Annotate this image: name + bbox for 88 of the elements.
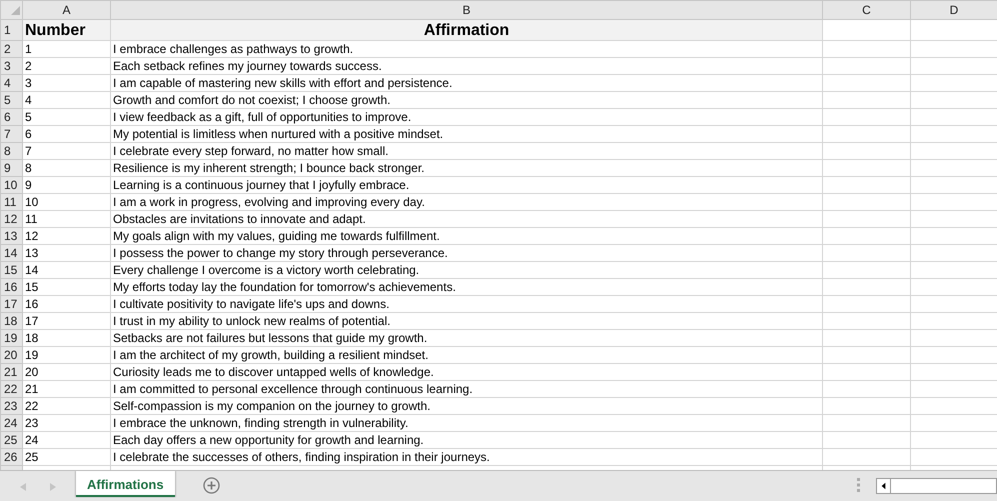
table-cell: 22: [22, 398, 110, 414]
column-header[interactable]: C: [822, 0, 910, 20]
table-cell: I trust in my ability to unlock new realms of potential.: [110, 312, 822, 330]
table-cell: Number: [22, 20, 110, 40]
table-cell: 17: [22, 312, 110, 330]
table-cell: 10: [22, 194, 110, 210]
row-header[interactable]: 14: [0, 244, 22, 262]
table-cell: Resilience is my inherent strength; I bounce back stronger.: [110, 160, 822, 176]
row-header[interactable]: 23: [0, 398, 22, 414]
table-cell: Each day offers a new opportunity for growth and learning.: [110, 432, 822, 448]
table-cell: 16: [22, 296, 110, 312]
row-header[interactable]: 16: [0, 278, 22, 296]
table-cell: 25: [22, 448, 110, 466]
row-header[interactable]: 3: [0, 58, 22, 74]
table-cell: 15: [22, 278, 110, 296]
table-cell: 20: [22, 364, 110, 380]
table-cell: 8: [22, 160, 110, 176]
row-header[interactable]: 9: [0, 160, 22, 176]
row-header[interactable]: 6: [0, 108, 22, 126]
splitter-handle-icon[interactable]: [857, 478, 860, 492]
table-cell: 3: [22, 74, 110, 92]
row-header[interactable]: 22: [0, 380, 22, 398]
select-all-icon[interactable]: [11, 6, 20, 14]
table-cell: My goals align with my values, guiding me towards fulfillment.: [110, 228, 822, 244]
table-cell: 6: [22, 126, 110, 142]
table-cell: 11: [22, 210, 110, 228]
table-cell: 1: [22, 40, 110, 58]
table-cell: 21: [22, 380, 110, 398]
table-cell: I view feedback as a gift, full of opportunities to improve.: [110, 108, 822, 126]
table-cell: 19: [22, 346, 110, 364]
row-header[interactable]: 17: [0, 296, 22, 312]
table-cell: I am committed to personal excellence through continuous learning.: [110, 380, 822, 398]
table-cell: I am the architect of my growth, building a resilient mindset.: [110, 346, 822, 364]
table-cell: I embrace the unknown, finding strength in vulnerability.: [110, 414, 822, 432]
row-header[interactable]: 15: [0, 262, 22, 278]
table-cell: 18: [22, 330, 110, 346]
table-cell: I embrace challenges as pathways to growth.: [110, 40, 822, 58]
table-cell: I am capable of mastering new skills with effort and persistence.: [110, 74, 822, 92]
table-cell: Self-compassion is my companion on the journey to growth.: [110, 398, 822, 414]
table-cell: 13: [22, 244, 110, 262]
table-cell: Curiosity leads me to discover untapped wells of knowledge.: [110, 364, 822, 380]
sheet-tab[interactable]: Affirmations: [76, 471, 175, 497]
table-cell: 23: [22, 414, 110, 432]
row-header[interactable]: 20: [0, 346, 22, 364]
row-header[interactable]: 2: [0, 40, 22, 58]
row-header[interactable]: 19: [0, 330, 22, 346]
table-cell: 7: [22, 142, 110, 160]
add-sheet-button[interactable]: [202, 476, 220, 494]
table-cell: 24: [22, 432, 110, 448]
row-header[interactable]: 12: [0, 210, 22, 228]
table-cell: 4: [22, 92, 110, 108]
table-cell: Affirmation: [110, 20, 822, 40]
table-cell: I celebrate the successes of others, finding inspiration in their journeys.: [110, 448, 822, 466]
row-header[interactable]: 7: [0, 126, 22, 142]
row-header[interactable]: 24: [0, 414, 22, 432]
row-header[interactable]: 11: [0, 194, 22, 210]
row-header[interactable]: 8: [0, 142, 22, 160]
row-header[interactable]: 13: [0, 228, 22, 244]
table-cell: My potential is limitless when nurtured with a positive mindset.: [110, 126, 822, 142]
column-header[interactable]: A: [22, 0, 110, 20]
row-header[interactable]: 26: [0, 448, 22, 466]
table-cell: I am a work in progress, evolving and improving every day.: [110, 194, 822, 210]
table-cell: Learning is a continuous journey that I joyfully embrace.: [110, 176, 822, 194]
table-cell: 2: [22, 58, 110, 74]
column-header[interactable]: B: [110, 0, 822, 20]
row-header[interactable]: 21: [0, 364, 22, 380]
table-cell: Every challenge I overcome is a victory worth celebrating.: [110, 262, 822, 278]
table-cell: I cultivate positivity to navigate life's ups and downs.: [110, 296, 822, 312]
table-cell: 12: [22, 228, 110, 244]
column-header[interactable]: D: [910, 0, 997, 20]
table-cell: 14: [22, 262, 110, 278]
table-cell: Setbacks are not failures but lessons that guide my growth.: [110, 330, 822, 346]
row-header[interactable]: 10: [0, 176, 22, 194]
row-header[interactable]: 18: [0, 312, 22, 330]
table-cell: 9: [22, 176, 110, 194]
scroll-right-icon[interactable]: [50, 483, 56, 491]
table-cell: Growth and comfort do not coexist; I choose growth.: [110, 92, 822, 108]
table-cell: I possess the power to change my story through perseverance.: [110, 244, 822, 262]
table-cell: Each setback refines my journey towards success.: [110, 58, 822, 74]
horizontal-scrollbar[interactable]: [876, 478, 997, 494]
table-cell: Obstacles are invitations to innovate and adapt.: [110, 210, 822, 228]
row-header[interactable]: 1: [0, 20, 22, 40]
table-cell: My efforts today lay the foundation for tomorrow's achievements.: [110, 278, 822, 296]
table-cell: 5: [22, 108, 110, 126]
table-cell: I celebrate every step forward, no matter how small.: [110, 142, 822, 160]
row-header[interactable]: 4: [0, 74, 22, 92]
row-header[interactable]: 5: [0, 92, 22, 108]
row-header[interactable]: 25: [0, 432, 22, 448]
